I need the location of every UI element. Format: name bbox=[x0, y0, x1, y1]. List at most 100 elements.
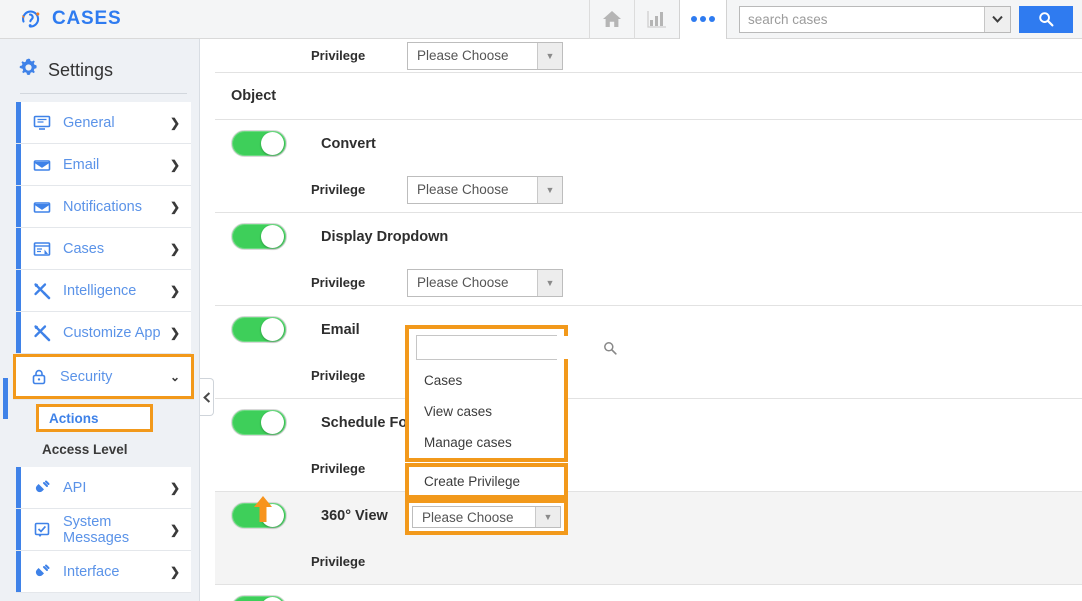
search-icon[interactable] bbox=[603, 341, 623, 355]
sidebar-subitem-label: Actions bbox=[49, 410, 99, 426]
sidebar-header: Settings bbox=[8, 39, 191, 91]
partial-privilege-row: Privilege Please Choose ▼ bbox=[215, 39, 1082, 73]
sidebar-item-system-messages[interactable]: System Messages ❯ bbox=[16, 509, 191, 550]
toggle-switch[interactable] bbox=[231, 316, 287, 343]
row-label: Schedule Fo bbox=[321, 414, 408, 431]
section-header-object: Object bbox=[215, 73, 1082, 120]
caret-down-icon: ▼ bbox=[535, 507, 560, 527]
sidebar-item-label: General bbox=[63, 114, 115, 131]
row-header: SLA bbox=[215, 585, 1082, 601]
row-privilege: Privilege bbox=[215, 539, 1082, 584]
setting-row: SLA Privilege Please Choose ▼ bbox=[215, 585, 1082, 601]
setting-row: Convert Privilege Please Choose ▼ bbox=[215, 120, 1082, 213]
toggle-switch[interactable] bbox=[231, 130, 287, 157]
row-label: Convert bbox=[321, 135, 376, 152]
sidebar-item-customize-app[interactable]: Customize App ❯ bbox=[16, 312, 191, 353]
sidebar-item-label: System Messages bbox=[63, 513, 130, 546]
row-header: 360° View bbox=[215, 492, 1082, 539]
setting-row: Email Privilege bbox=[215, 306, 1082, 399]
setting-row: Display Dropdown Privilege Please Choose… bbox=[215, 213, 1082, 306]
chevron-right-icon: ❯ bbox=[169, 115, 180, 130]
privilege-select-value: Please Choose bbox=[422, 509, 514, 525]
sidebar-item-interface[interactable]: Interface ❯ bbox=[16, 551, 191, 592]
sidebar-item-intelligence[interactable]: Intelligence ❯ bbox=[16, 270, 191, 311]
chevron-right-icon: ❯ bbox=[169, 283, 180, 298]
chevron-right-icon: ❯ bbox=[169, 522, 180, 537]
chevron-down-icon[interactable] bbox=[984, 6, 1010, 32]
row-label: 360° View bbox=[321, 507, 388, 524]
privilege-select[interactable]: Please Choose ▼ bbox=[407, 41, 563, 70]
caret-down-icon: ▼ bbox=[537, 176, 562, 203]
row-label: Display Dropdown bbox=[321, 228, 449, 245]
chevron-right-icon: ❯ bbox=[169, 480, 180, 495]
tools-icon bbox=[32, 281, 52, 301]
arrow-up-icon bbox=[252, 495, 274, 523]
sidebar-item-api[interactable]: API ❯ bbox=[16, 467, 191, 508]
sidebar-subitem-access-level[interactable]: Access Level bbox=[42, 442, 191, 457]
more-dots-glyph bbox=[691, 16, 715, 22]
privilege-select-value: Please Choose bbox=[417, 275, 509, 290]
search-input[interactable] bbox=[740, 6, 984, 32]
row-header: Display Dropdown bbox=[215, 213, 1082, 260]
monitor-icon bbox=[32, 113, 52, 133]
privilege-select-value: Please Choose bbox=[417, 182, 509, 197]
checkbox-icon bbox=[32, 520, 52, 540]
row-header: Schedule Fo bbox=[215, 399, 1082, 446]
dropdown-search-group bbox=[416, 335, 617, 360]
home-icon[interactable] bbox=[589, 0, 634, 39]
dropdown-option[interactable]: Cases bbox=[409, 365, 564, 396]
sidebar-item-label: API bbox=[63, 479, 87, 496]
dropdown-option-create-privilege[interactable]: Create Privilege bbox=[405, 463, 568, 499]
privilege-select[interactable]: Please Choose ▼ bbox=[407, 268, 563, 297]
chevron-left-icon bbox=[202, 391, 210, 403]
toggle-switch[interactable] bbox=[231, 409, 287, 436]
lock-icon bbox=[29, 367, 49, 387]
toggle-switch[interactable] bbox=[231, 223, 287, 250]
sidebar-accent-bar bbox=[3, 378, 8, 419]
dropdown-option[interactable]: View cases bbox=[409, 396, 564, 427]
row-header: Convert bbox=[215, 120, 1082, 167]
sidebar-item-security[interactable]: Security ⌄ bbox=[13, 354, 194, 399]
settings-sidebar: Settings General ❯ Email ❯ Notifications… bbox=[0, 39, 200, 601]
privilege-label: Privilege bbox=[311, 554, 366, 569]
search-icon bbox=[1039, 12, 1054, 27]
brand[interactable]: CASES bbox=[0, 6, 300, 32]
chevron-down-icon: ⌄ bbox=[169, 369, 180, 384]
privilege-select-highlighted[interactable]: Please Choose ▼ bbox=[405, 499, 568, 535]
privilege-label: Privilege bbox=[311, 368, 366, 383]
dropdown-option[interactable]: Manage cases bbox=[409, 427, 564, 458]
chevron-right-icon: ❯ bbox=[169, 157, 180, 172]
sidebar-item-label: Interface bbox=[63, 563, 120, 580]
tools-icon bbox=[32, 323, 52, 343]
sidebar-item-notifications[interactable]: Notifications ❯ bbox=[16, 186, 191, 227]
privilege-dropdown-panel: Cases View cases Manage cases bbox=[405, 325, 617, 462]
window-icon bbox=[32, 239, 52, 259]
sidebar-subitem-actions[interactable]: Actions bbox=[36, 404, 153, 432]
plug-icon bbox=[32, 562, 52, 582]
caret-down-icon: ▼ bbox=[537, 42, 562, 69]
sidebar-item-cases[interactable]: Cases ❯ bbox=[16, 228, 191, 269]
header-tools bbox=[589, 0, 1082, 39]
sidebar-item-label: Security bbox=[60, 368, 113, 385]
chevron-right-icon: ❯ bbox=[169, 325, 180, 340]
chevron-right-icon: ❯ bbox=[169, 241, 180, 256]
brand-title: CASES bbox=[52, 8, 122, 29]
more-dots-icon[interactable] bbox=[679, 0, 727, 39]
toggle-switch[interactable] bbox=[231, 595, 287, 601]
search-group bbox=[739, 5, 1011, 33]
row-label: Email bbox=[321, 321, 360, 338]
sidebar-item-email[interactable]: Email ❯ bbox=[16, 144, 191, 185]
sidebar-item-general[interactable]: General ❯ bbox=[16, 102, 191, 143]
search-button[interactable] bbox=[1019, 5, 1073, 33]
bar-chart-icon[interactable] bbox=[634, 0, 679, 39]
gear-icon bbox=[18, 57, 39, 83]
setting-row: 360° View Privilege bbox=[215, 492, 1082, 585]
row-privilege: Privilege Please Choose ▼ bbox=[215, 260, 1082, 305]
chevron-right-icon: ❯ bbox=[169, 564, 180, 579]
privilege-select[interactable]: Please Choose ▼ bbox=[407, 175, 563, 204]
privilege-label: Privilege bbox=[311, 275, 366, 290]
search-area bbox=[727, 5, 1082, 33]
sidebar-collapse-handle[interactable] bbox=[200, 378, 214, 416]
dropdown-search-input[interactable] bbox=[417, 336, 603, 359]
privilege-select-value: Please Choose bbox=[417, 48, 509, 63]
